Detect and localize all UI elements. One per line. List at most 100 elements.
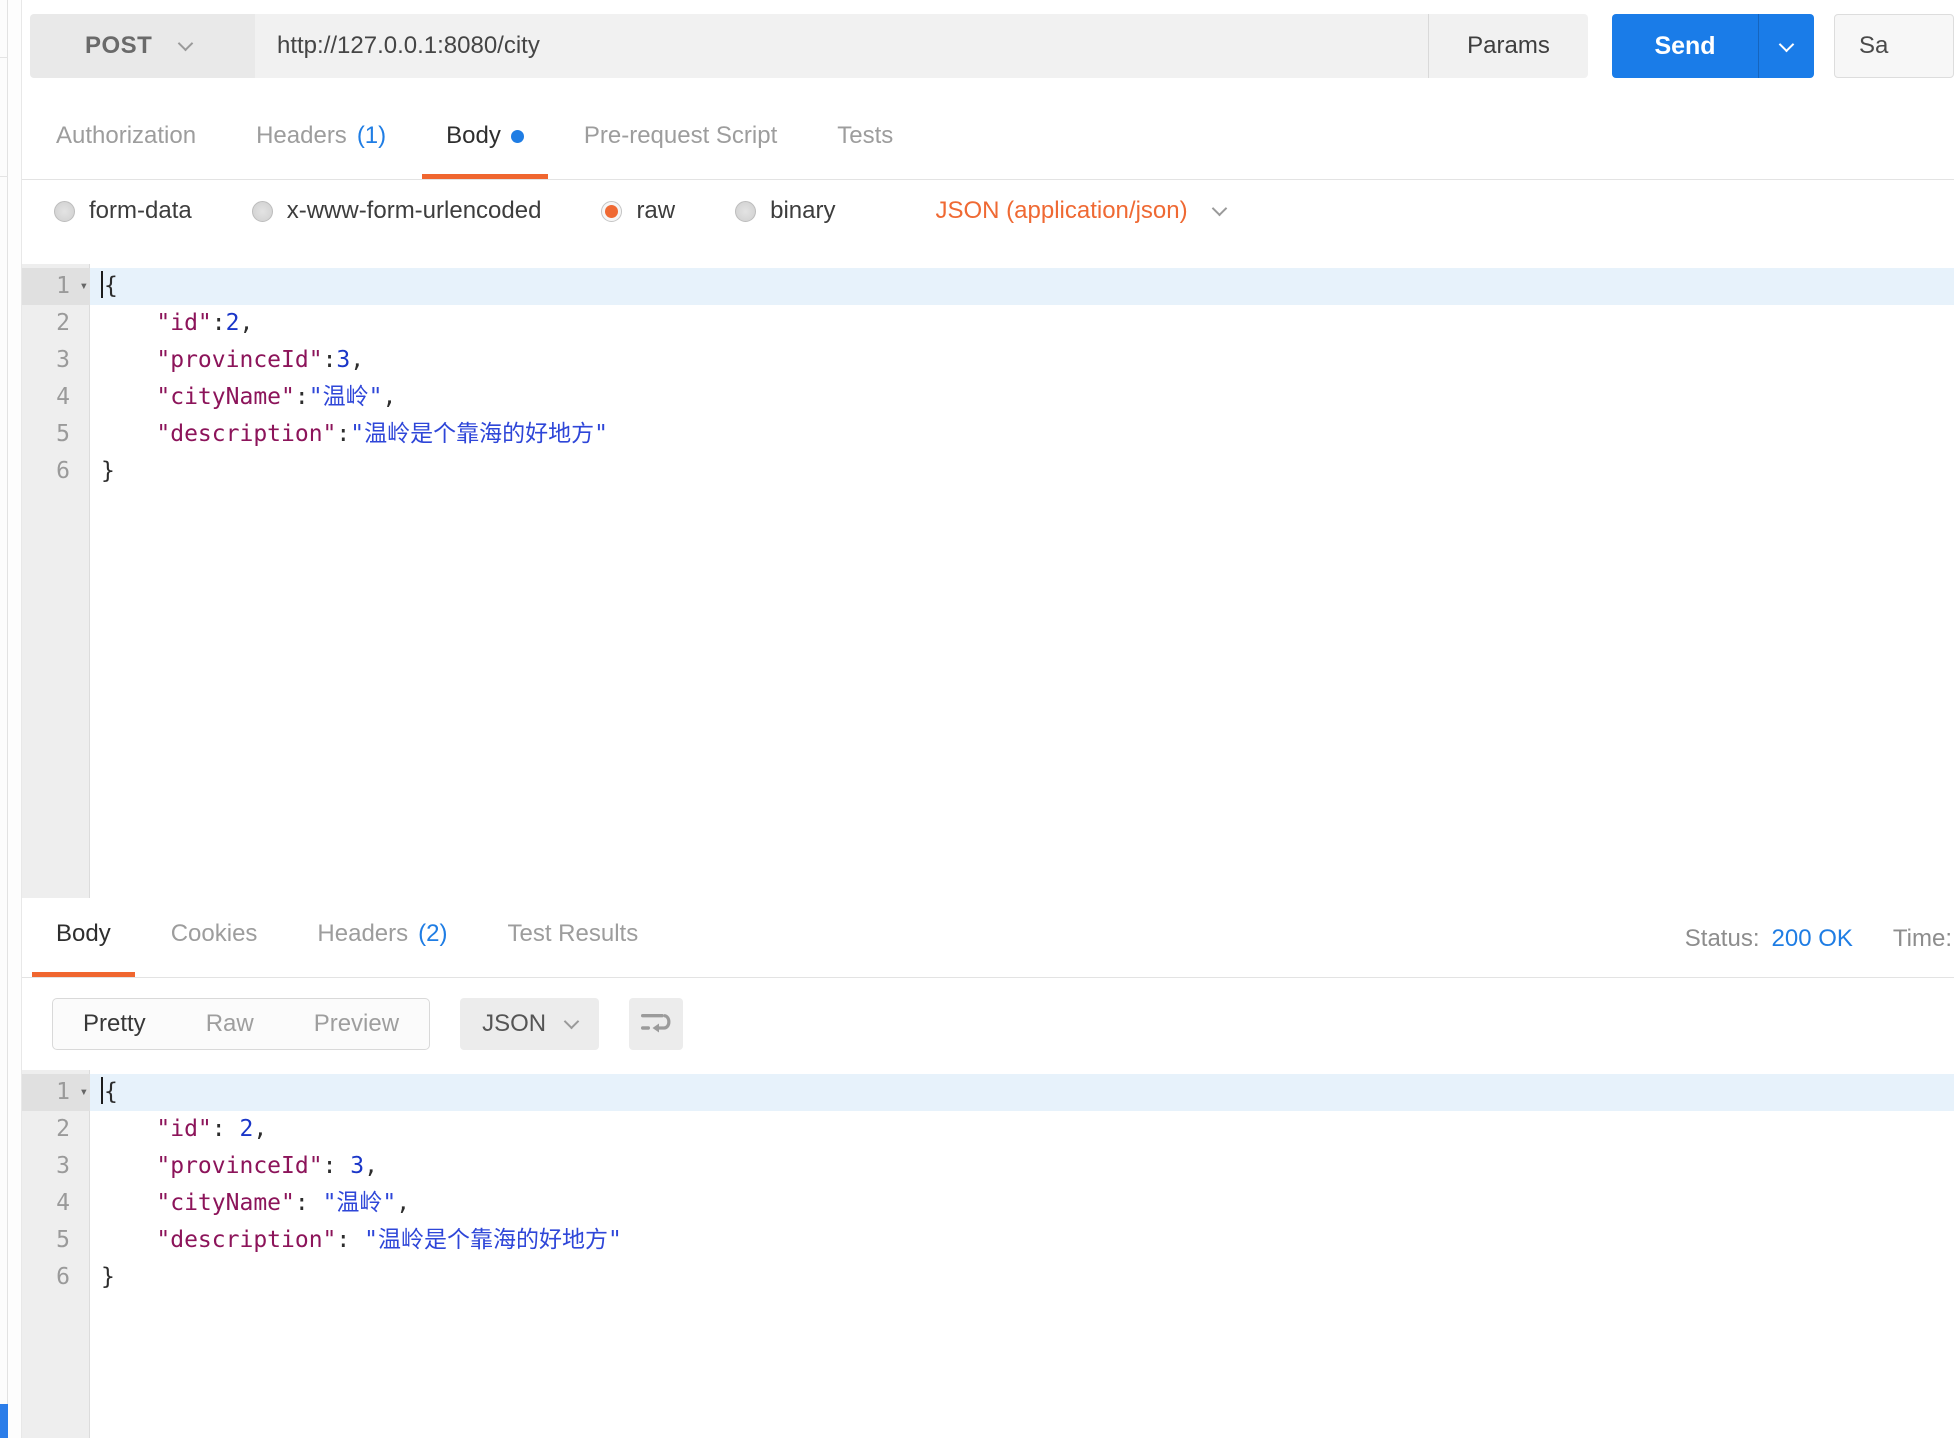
- line-number: 5: [22, 416, 90, 453]
- send-dropdown-button[interactable]: [1758, 14, 1814, 78]
- line-number: 5: [22, 1222, 90, 1259]
- response-toolbar: Pretty Raw Preview JSON: [22, 978, 1954, 1070]
- text-cursor: [101, 271, 103, 298]
- tab-headers[interactable]: Headers (1): [232, 122, 410, 179]
- line-number: 1▾: [22, 1074, 90, 1111]
- code-text: "description": "温岭是个靠海的好地方": [90, 1222, 1954, 1259]
- request-body-editor[interactable]: 1▾{2 "id":2,3 "provinceId":3,4 "cityName…: [22, 264, 1954, 898]
- view-mode-preview[interactable]: Preview: [284, 999, 429, 1049]
- params-button[interactable]: Params: [1428, 14, 1588, 78]
- code-line[interactable]: 3 "provinceId": 3,: [22, 1148, 1954, 1185]
- chevron-down-icon: [178, 35, 194, 51]
- code-line[interactable]: 4 "cityName":"温岭",: [22, 379, 1954, 416]
- tab-pre-request-script[interactable]: Pre-request Script: [560, 122, 801, 179]
- line-number: 4: [22, 379, 90, 416]
- radio-circle-icon: [735, 201, 756, 222]
- sidebar-strip: [0, 0, 8, 1438]
- line-number: 3: [22, 1148, 90, 1185]
- url-text: http://127.0.0.1:8080/city: [277, 32, 540, 60]
- code-line[interactable]: 2 "id": 2,: [22, 1111, 1954, 1148]
- code-line[interactable]: 6}: [22, 453, 1954, 490]
- code-line[interactable]: 5 "description": "温岭是个靠海的好地方": [22, 1222, 1954, 1259]
- wrap-text-icon: [639, 1009, 673, 1039]
- method-label: POST: [85, 32, 152, 60]
- view-mode-group: Pretty Raw Preview: [52, 998, 430, 1050]
- sidebar-divider: [0, 57, 8, 58]
- request-builder-pane: POST http://127.0.0.1:8080/city Params S…: [21, 0, 1954, 1438]
- line-number: 2: [22, 1111, 90, 1148]
- chevron-down-icon: [1211, 200, 1227, 216]
- tab-cookies[interactable]: Cookies: [147, 920, 282, 977]
- line-number: 6: [22, 453, 90, 490]
- radio-binary[interactable]: binary: [735, 197, 835, 225]
- send-split-button: Send: [1612, 14, 1814, 78]
- view-mode-pretty[interactable]: Pretty: [53, 999, 176, 1049]
- code-line[interactable]: 2 "id":2,: [22, 305, 1954, 342]
- text-cursor: [101, 1077, 103, 1104]
- response-headers-count-badge: (2): [418, 920, 447, 948]
- code-line[interactable]: 5 "description":"温岭是个靠海的好地方": [22, 416, 1954, 453]
- tab-response-body[interactable]: Body: [32, 920, 135, 977]
- code-text: "id":2,: [90, 305, 1954, 342]
- send-button[interactable]: Send: [1612, 14, 1758, 78]
- postman-window: POST http://127.0.0.1:8080/city Params S…: [0, 0, 1954, 1438]
- radio-raw[interactable]: raw: [601, 197, 675, 225]
- unsaved-dot-icon: [511, 130, 524, 143]
- response-tabs: Body Cookies Headers (2) Test Results: [22, 898, 662, 977]
- code-text: "cityName": "温岭",: [90, 1185, 1954, 1222]
- view-mode-raw[interactable]: Raw: [176, 999, 284, 1049]
- wrap-text-button[interactable]: [629, 998, 683, 1050]
- code-text: {: [90, 1074, 1954, 1111]
- code-text: "description":"温岭是个靠海的好地方": [90, 416, 1954, 453]
- code-line[interactable]: 1▾{: [22, 1074, 1954, 1111]
- tab-tests[interactable]: Tests: [813, 122, 917, 179]
- tab-body[interactable]: Body: [422, 122, 548, 179]
- sidebar-divider: [0, 176, 8, 177]
- time-label: Time:: [1893, 925, 1952, 953]
- response-meta: Status: 200 OK Time:: [1685, 925, 1954, 977]
- response-header: Body Cookies Headers (2) Test Results St…: [22, 898, 1954, 978]
- response-body-viewer: 1▾{2 "id": 2,3 "provinceId": 3,4 "cityNa…: [22, 1070, 1954, 1438]
- headers-count-badge: (1): [357, 122, 386, 150]
- save-button[interactable]: Sa: [1834, 14, 1954, 78]
- request-tabs: Authorization Headers (1) Body Pre-reque…: [22, 94, 1954, 180]
- method-select[interactable]: POST: [30, 14, 255, 78]
- status-value: 200 OK: [1772, 925, 1853, 953]
- line-number: 6: [22, 1259, 90, 1296]
- url-bar: POST http://127.0.0.1:8080/city Params S…: [22, 0, 1954, 78]
- radio-selected-icon: [601, 201, 622, 222]
- sidebar-selection-indicator: [0, 1404, 8, 1438]
- code-text: "id": 2,: [90, 1111, 1954, 1148]
- chevron-down-icon: [564, 1013, 580, 1029]
- body-type-selector: form-data x-www-form-urlencoded raw bina…: [22, 180, 1954, 242]
- line-number: 4: [22, 1185, 90, 1222]
- line-number: 2: [22, 305, 90, 342]
- code-line[interactable]: 3 "provinceId":3,: [22, 342, 1954, 379]
- radio-x-www-form-urlencoded[interactable]: x-www-form-urlencoded: [252, 197, 542, 225]
- radio-circle-icon: [54, 201, 75, 222]
- code-text: "cityName":"温岭",: [90, 379, 1954, 416]
- url-input[interactable]: http://127.0.0.1:8080/city: [255, 14, 1428, 78]
- code-line[interactable]: 1▾{: [22, 268, 1954, 305]
- line-number: 3: [22, 342, 90, 379]
- code-text: {: [90, 268, 1954, 305]
- response-language-dropdown[interactable]: JSON: [460, 998, 599, 1050]
- code-text: "provinceId":3,: [90, 342, 1954, 379]
- radio-circle-icon: [252, 201, 273, 222]
- fold-arrow-icon[interactable]: ▾: [80, 1074, 88, 1111]
- fold-arrow-icon[interactable]: ▾: [80, 268, 88, 305]
- code-line[interactable]: 4 "cityName": "温岭",: [22, 1185, 1954, 1222]
- line-number: 1▾: [22, 268, 90, 305]
- content-type-dropdown[interactable]: JSON (application/json): [935, 197, 1224, 225]
- status-label: Status:: [1685, 925, 1760, 953]
- url-group: POST http://127.0.0.1:8080/city Params: [30, 14, 1588, 78]
- sidebar-edge: [0, 0, 21, 1438]
- code-text: }: [90, 453, 1954, 490]
- code-line[interactable]: 6}: [22, 1259, 1954, 1296]
- tab-authorization[interactable]: Authorization: [32, 122, 220, 179]
- radio-form-data[interactable]: form-data: [54, 197, 192, 225]
- code-text: "provinceId": 3,: [90, 1148, 1954, 1185]
- tab-test-results[interactable]: Test Results: [483, 920, 662, 977]
- code-text: }: [90, 1259, 1954, 1296]
- tab-response-headers[interactable]: Headers (2): [293, 920, 471, 977]
